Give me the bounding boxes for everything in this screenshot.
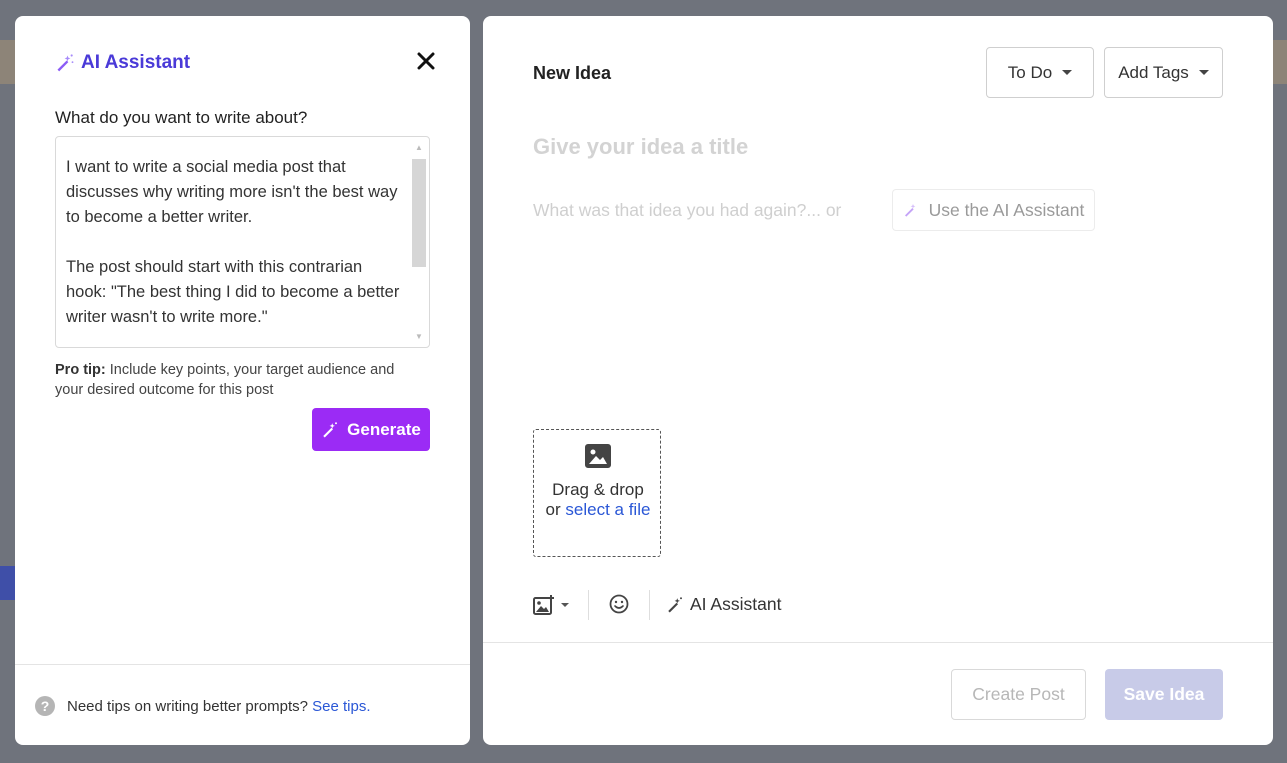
create-post-button[interactable]: Create Post	[951, 669, 1086, 720]
ai-assistant-title: AI Assistant	[81, 52, 191, 73]
status-dropdown[interactable]: To Do	[986, 47, 1094, 98]
dropzone-select: or select a file	[534, 500, 662, 520]
idea-body-input[interactable]: What was that idea you had again?... or	[533, 200, 841, 221]
see-tips-link[interactable]: See tips.	[312, 698, 370, 715]
backdrop-bar	[0, 40, 15, 84]
ai-assistant-panel: AI Assistant What do you want to write a…	[15, 16, 470, 745]
prompt-scrollbar[interactable]: ▲ ▼	[411, 143, 427, 341]
toolbar-ai-assistant-button[interactable]: AI Assistant	[666, 594, 781, 615]
ai-footer-divider	[15, 664, 470, 665]
generate-label: Generate	[347, 419, 421, 439]
help-text: Need tips on writing better prompts?	[67, 697, 308, 715]
close-icon	[417, 52, 435, 70]
pro-tip-text: Include key points, your target audience…	[55, 362, 395, 398]
prompt-text[interactable]: I want to write a social media post that…	[66, 155, 406, 330]
toolbar-separator	[588, 590, 589, 620]
emoji-button[interactable]	[609, 594, 629, 614]
scroll-down-icon[interactable]: ▼	[415, 332, 423, 341]
magic-wand-icon	[668, 596, 682, 612]
select-file-link[interactable]: select a file	[565, 500, 650, 519]
pro-tip: Pro tip: Include key points, your target…	[55, 360, 425, 400]
status-label: To Do	[1007, 62, 1053, 82]
add-media-button[interactable]	[533, 595, 569, 615]
magic-wand-icon	[904, 204, 916, 217]
toolbar-ai-label: AI Assistant	[690, 594, 782, 614]
idea-footer-divider	[483, 642, 1273, 643]
new-idea-panel: New Idea To Do Add Tags What was that id…	[483, 16, 1273, 745]
dropzone-text: Drag & drop	[552, 480, 644, 499]
file-dropzone[interactable]: Drag & drop or select a file	[533, 429, 661, 557]
caret-down-icon	[1198, 70, 1209, 75]
prompt-label: What do you want to write about?	[55, 108, 308, 127]
scroll-up-icon[interactable]: ▲	[415, 143, 423, 152]
tags-label: Add Tags	[1118, 62, 1189, 82]
toolbar-separator	[649, 590, 650, 620]
scroll-thumb[interactable]	[412, 159, 426, 267]
emoji-icon	[609, 594, 629, 614]
dropzone-or: or	[545, 500, 566, 519]
pro-tip-bold: Pro tip:	[55, 362, 106, 378]
use-ai-assistant-button[interactable]: Use the AI Assistant	[892, 189, 1095, 231]
idea-title-input[interactable]	[533, 130, 1173, 164]
generate-button[interactable]: Generate	[312, 408, 430, 451]
backdrop-header	[0, 0, 1287, 16]
magic-wand-icon	[57, 54, 74, 72]
help-row: ? Need tips on writing better prompts? S…	[35, 696, 371, 716]
prompt-textarea[interactable]: I want to write a social media post that…	[55, 136, 430, 348]
add-tags-dropdown[interactable]: Add Tags	[1104, 47, 1223, 98]
ai-assistant-header: AI Assistant	[55, 52, 190, 74]
magic-wand-icon	[323, 421, 338, 437]
image-icon	[585, 444, 611, 468]
backdrop-blue	[0, 566, 15, 600]
caret-down-icon	[1062, 70, 1073, 75]
backdrop-bar-right	[1273, 40, 1287, 84]
close-button[interactable]	[415, 50, 437, 72]
caret-down-icon	[561, 603, 569, 607]
help-icon: ?	[35, 696, 55, 716]
use-ai-label: Use the AI Assistant	[928, 199, 1085, 220]
add-media-icon	[533, 595, 554, 615]
save-idea-button[interactable]: Save Idea	[1105, 669, 1223, 720]
new-idea-heading: New Idea	[533, 63, 612, 83]
